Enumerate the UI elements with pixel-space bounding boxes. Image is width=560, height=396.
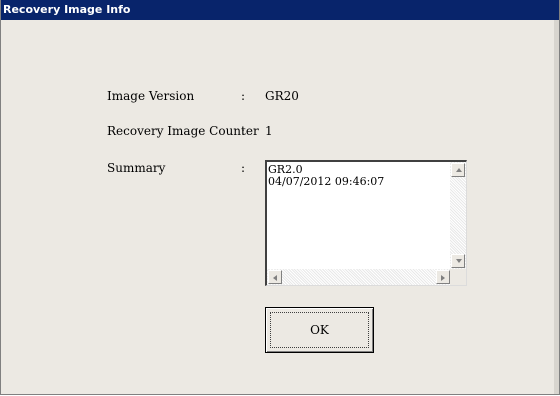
triangle-left-icon	[273, 275, 277, 281]
scroll-down-button[interactable]	[451, 254, 465, 268]
window-title-bar[interactable]: Recovery Image Info	[1, 0, 559, 20]
image-version-value: GR20	[265, 89, 299, 103]
summary-text: GR2.0 04/07/2012 09:46:07	[268, 164, 384, 188]
summary-separator: :	[241, 161, 246, 175]
vertical-scrollbar[interactable]	[450, 162, 466, 269]
triangle-down-icon	[456, 259, 462, 263]
triangle-up-icon	[456, 168, 462, 172]
recovery-counter-label: Recovery Image Counter	[107, 124, 259, 138]
scrollbar-corner	[450, 269, 466, 285]
triangle-right-icon	[441, 275, 445, 281]
recovery-counter-separator: :	[241, 124, 246, 138]
ok-button-label: OK	[310, 323, 329, 337]
horizontal-scrollbar[interactable]	[267, 269, 451, 285]
recovery-image-info-window: Recovery Image Info Image Version : GR20…	[0, 0, 560, 395]
window-right-edge	[554, 20, 559, 394]
recovery-counter-value: 1	[265, 124, 273, 138]
scroll-left-button[interactable]	[268, 270, 282, 284]
scroll-right-button[interactable]	[436, 270, 450, 284]
summary-line-2: 04/07/2012 09:46:07	[268, 175, 385, 188]
scroll-up-button[interactable]	[451, 163, 465, 177]
summary-textbox[interactable]: GR2.0 04/07/2012 09:46:07	[265, 160, 467, 286]
summary-label: Summary	[107, 161, 166, 175]
window-title: Recovery Image Info	[3, 3, 131, 16]
image-version-separator: :	[241, 89, 246, 103]
ok-button[interactable]: OK	[265, 307, 374, 353]
image-version-label: Image Version	[107, 89, 195, 103]
